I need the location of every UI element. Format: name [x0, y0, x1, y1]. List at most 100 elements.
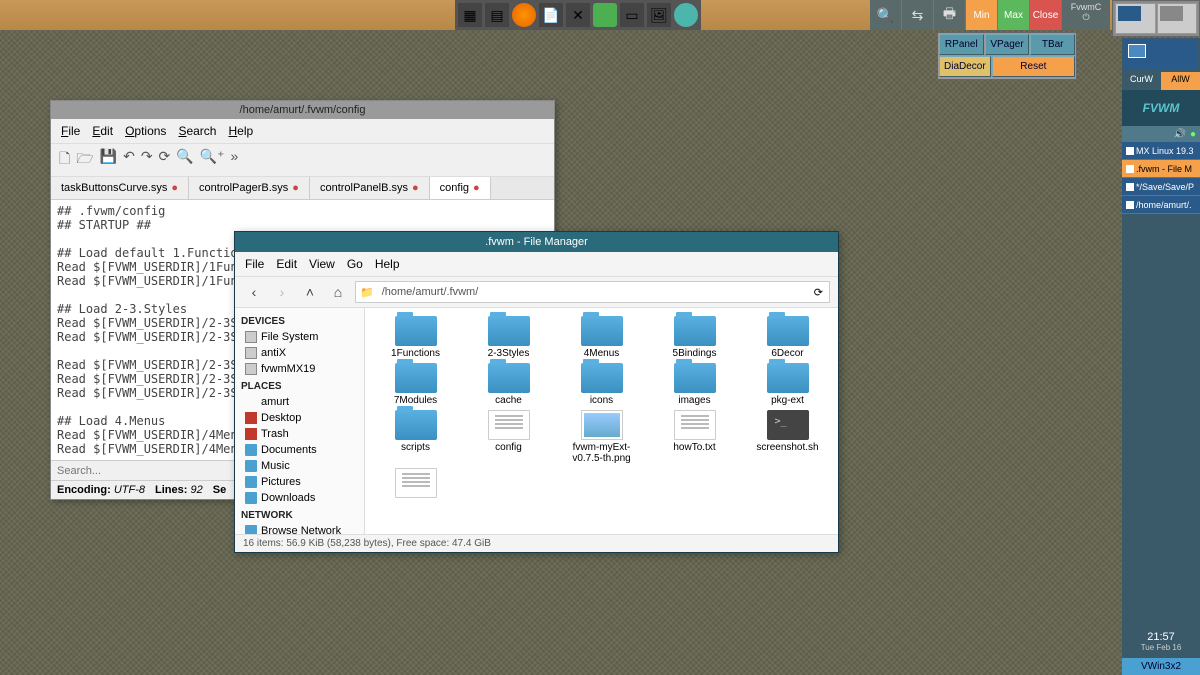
fm-place-item[interactable]: Downloads — [241, 490, 358, 506]
tray-icon-files[interactable]: ▭ — [620, 3, 644, 27]
tray-icon-app2[interactable]: ▤ — [485, 3, 509, 27]
nav-back-icon[interactable]: ‹ — [243, 281, 265, 303]
menu-options[interactable]: Options — [121, 122, 170, 140]
fm-place-item[interactable]: antiX — [241, 345, 358, 361]
tray-icon-firefox[interactable] — [512, 3, 536, 27]
tray-icon-editor[interactable]: 📄 — [539, 3, 563, 27]
fm-file-item[interactable]: 4Menus — [559, 316, 644, 359]
fm-nav: ‹ › ˄ ⌂ 📁/home/amurt/.fvwm/ ⟳ — [235, 277, 838, 308]
more-icon[interactable]: » — [231, 148, 239, 172]
sound-indicator[interactable]: 🔊● — [1122, 126, 1200, 142]
nav-up-icon[interactable]: ˄ — [299, 281, 321, 303]
tray-icon-teal[interactable] — [674, 3, 698, 27]
pager[interactable] — [1112, 0, 1200, 37]
tab-close-icon[interactable]: ● — [473, 182, 480, 194]
tab-close-icon[interactable]: ● — [292, 182, 299, 194]
vwin-button[interactable]: VWin3x2 — [1122, 658, 1200, 675]
editor-tab[interactable]: controlPanelB.sys ● — [310, 177, 430, 199]
sidebar-tab-curw[interactable]: CurW — [1122, 72, 1161, 90]
menu-help[interactable]: Help — [224, 122, 257, 140]
fm-file-item[interactable]: 1Functions — [373, 316, 458, 359]
fm-place-item[interactable]: Desktop — [241, 410, 358, 426]
cp-vpager[interactable]: VPager — [985, 34, 1030, 55]
tray-icon-app1[interactable]: ▦ — [458, 3, 482, 27]
fm-place-item[interactable]: amurt — [241, 394, 358, 410]
cp-reset[interactable]: Reset — [992, 56, 1075, 77]
fvwmc-button[interactable]: FvwmC⏻ — [1062, 0, 1110, 30]
pager-cell-1[interactable] — [1115, 3, 1156, 34]
fm-menu-help[interactable]: Help — [371, 255, 404, 273]
pager-cell-2[interactable] — [1157, 3, 1198, 34]
sidebar-pager[interactable] — [1124, 40, 1198, 70]
refresh-icon[interactable]: ⟳ — [159, 148, 171, 172]
sidebar-window-item[interactable]: .fvwm - File M — [1122, 160, 1200, 178]
fm-file-item[interactable]: cache — [466, 363, 551, 406]
print-icon[interactable]: 🖶 — [934, 0, 966, 30]
menu-file[interactable]: File — [57, 122, 84, 140]
open-file-icon[interactable]: 🗁 — [76, 148, 93, 172]
editor-tab[interactable]: controlPagerB.sys ● — [189, 177, 310, 199]
cp-tbar[interactable]: TBar — [1030, 34, 1075, 55]
fm-file-item[interactable]: pkg-ext — [745, 363, 830, 406]
menu-edit[interactable]: Edit — [88, 122, 117, 140]
tray-icon-green[interactable] — [593, 3, 617, 27]
tab-close-icon[interactable]: ● — [171, 182, 178, 194]
tab-close-icon[interactable]: ● — [412, 182, 419, 194]
redo-icon[interactable]: ↷ — [141, 148, 153, 172]
tray-icon-tools[interactable]: ✕ — [566, 3, 590, 27]
sidebar-tab-allw[interactable]: AllW — [1161, 72, 1200, 90]
fm-file-item[interactable] — [373, 468, 458, 500]
folder-icon — [767, 363, 809, 393]
fm-file-item[interactable]: howTo.txt — [652, 410, 737, 464]
fm-menu-view[interactable]: View — [305, 255, 339, 273]
fm-place-item[interactable]: fvwmMX19 — [241, 361, 358, 377]
fm-place-item[interactable]: Browse Network — [241, 523, 358, 534]
close-button[interactable]: Close — [1030, 0, 1062, 30]
maximize-button[interactable]: Max — [998, 0, 1030, 30]
fm-file-item[interactable]: 2-3Styles — [466, 316, 551, 359]
fm-file-item[interactable]: 6Decor — [745, 316, 830, 359]
fm-file-item[interactable]: fvwm-myExt-v0.7.5-th.png — [559, 410, 644, 464]
sidebar-window-item[interactable]: /home/amurt/. — [1122, 196, 1200, 214]
fm-place-item[interactable]: File System — [241, 329, 358, 345]
file-manager-window: .fvwm - File Manager File Edit View Go H… — [234, 231, 839, 553]
fm-file-item[interactable]: icons — [559, 363, 644, 406]
fm-menu-file[interactable]: File — [241, 255, 268, 273]
editor-tab[interactable]: config ● — [430, 177, 491, 199]
cp-rpanel[interactable]: RPanel — [939, 34, 984, 55]
search-icon[interactable]: 🔍 — [176, 148, 193, 172]
save-icon[interactable]: 💾 — [100, 148, 117, 172]
menu-search[interactable]: Search — [174, 122, 220, 140]
new-file-icon[interactable]: 🗋 — [59, 148, 70, 172]
sidebar-window-item[interactable]: */Save/Save/P — [1122, 178, 1200, 196]
fm-menu-go[interactable]: Go — [343, 255, 367, 273]
cp-diadecor[interactable]: DiaDecor — [939, 56, 991, 77]
fm-file-item[interactable]: 7Modules — [373, 363, 458, 406]
fm-file-item[interactable]: scripts — [373, 410, 458, 464]
fm-file-item[interactable]: 5Bindings — [652, 316, 737, 359]
minimize-button[interactable]: Min — [966, 0, 998, 30]
path-bar[interactable]: 📁/home/amurt/.fvwm/ ⟳ — [355, 281, 830, 303]
refresh-icon[interactable]: ⟳ — [808, 286, 829, 299]
undo-icon[interactable]: ↶ — [123, 148, 135, 172]
fm-place-item[interactable]: Documents — [241, 442, 358, 458]
editor-titlebar[interactable]: /home/amurt/.fvwm/config — [51, 101, 554, 119]
nav-home-icon[interactable]: ⌂ — [327, 281, 349, 303]
fm-place-item[interactable]: Music — [241, 458, 358, 474]
sidebar-window-item[interactable]: MX Linux 19.3 — [1122, 142, 1200, 160]
fm-menu-edit[interactable]: Edit — [272, 255, 301, 273]
tray-icon-pic[interactable]: 🖼 — [647, 3, 671, 27]
fm-titlebar[interactable]: .fvwm - File Manager — [235, 232, 838, 252]
fm-file-item[interactable]: screenshot.sh — [745, 410, 830, 464]
fm-place-item[interactable]: Trash — [241, 426, 358, 442]
fm-file-item[interactable]: images — [652, 363, 737, 406]
search-icon[interactable]: 🔍 — [870, 0, 902, 30]
editor-tab[interactable]: taskButtonsCurve.sys ● — [51, 177, 189, 199]
fm-place-item[interactable]: Pictures — [241, 474, 358, 490]
replace-icon[interactable]: 🔍⁺ — [200, 148, 225, 172]
folder-icon — [488, 363, 530, 393]
fm-sidebar: DEVICES File SystemantiXfvwmMX19 PLACES … — [235, 308, 365, 534]
fm-file-item[interactable]: config — [466, 410, 551, 464]
nav-forward-icon[interactable]: › — [271, 281, 293, 303]
workspace-icon[interactable]: ⇆ — [902, 0, 934, 30]
